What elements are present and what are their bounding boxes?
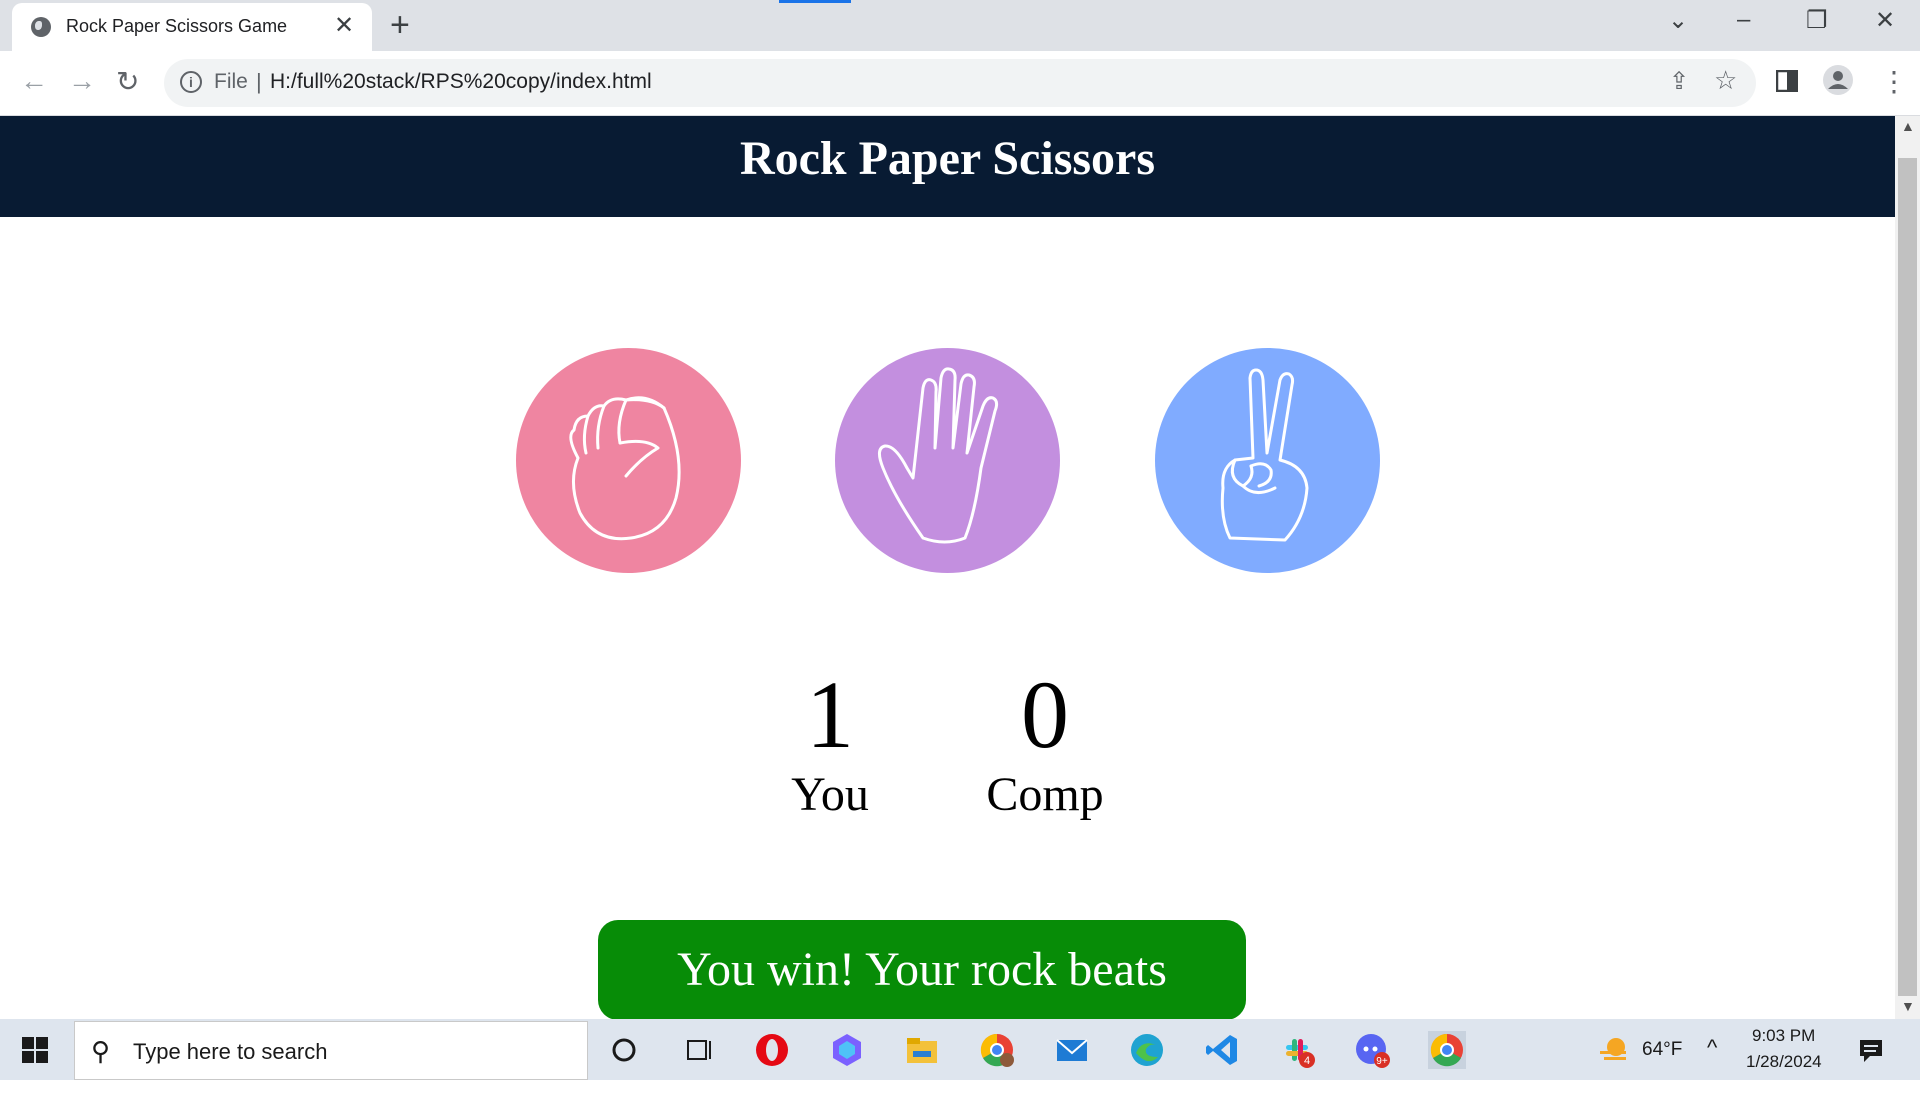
edge-icon[interactable] — [1128, 1031, 1166, 1069]
rock-choice[interactable] — [516, 348, 741, 573]
close-window-button[interactable]: ✕ — [1875, 6, 1895, 35]
slack-badge: 4 — [1304, 1055, 1310, 1067]
separator: | — [256, 69, 262, 94]
open-hand-icon — [878, 367, 999, 544]
vscode-icon[interactable] — [1203, 1031, 1241, 1069]
bookmark-star-icon[interactable]: ☆ — [1714, 65, 1737, 96]
side-panel-icon[interactable] — [1775, 67, 1799, 99]
page-scrollbar[interactable]: ▲ ▼ — [1895, 116, 1920, 1019]
windows-start-icon[interactable] — [22, 1037, 48, 1063]
comp-score-block: 0 Comp — [970, 665, 1120, 825]
info-icon[interactable]: i — [180, 71, 202, 93]
notification-center-icon[interactable] — [1852, 1031, 1890, 1069]
discord-icon[interactable]: 9+ — [1353, 1031, 1391, 1069]
tab-loading-indicator — [779, 0, 851, 3]
page-title: Rock Paper Scissors — [739, 132, 1156, 185]
peace-hand-icon — [1220, 368, 1309, 542]
page-header: Rock Paper Scissors — [0, 116, 1895, 217]
taskbar-search-box[interactable]: ⚲ Type here to search — [74, 1021, 588, 1080]
user-score-label: You — [791, 768, 869, 821]
file-explorer-icon[interactable] — [903, 1031, 941, 1069]
comp-score: 0 — [1021, 661, 1069, 768]
clock-time[interactable]: 9:03 PM — [1752, 1026, 1815, 1046]
tab-search-icon[interactable]: ⌄ — [1668, 6, 1688, 35]
close-tab-icon[interactable]: ✕ — [334, 11, 354, 40]
scrollbar-thumb[interactable] — [1898, 158, 1917, 996]
file-label: File — [214, 70, 248, 93]
scissors-choice[interactable] — [1155, 348, 1380, 573]
menu-kebab-icon[interactable]: ⋮ — [1880, 65, 1908, 98]
chrome-icon[interactable] — [1428, 1031, 1466, 1069]
mail-icon[interactable] — [1053, 1031, 1091, 1069]
forward-arrow-icon[interactable]: → — [68, 65, 96, 97]
restore-button[interactable]: ❐ — [1806, 6, 1828, 35]
reload-icon[interactable]: ↻ — [116, 65, 139, 98]
tab-title: Rock Paper Scissors Game — [66, 16, 288, 36]
copilot-icon[interactable] — [828, 1031, 866, 1069]
windows-taskbar: ⚲ Type here to search 4 9+ 64°F ^ 9:03 P… — [0, 1019, 1920, 1080]
address-bar[interactable]: i File | H:/full%20stack/RPS%20copy/inde… — [164, 59, 1756, 107]
weather-icon[interactable] — [1594, 1031, 1632, 1069]
url-text[interactable]: H:/full%20stack/RPS%20copy/index.html — [270, 70, 652, 94]
paper-choice[interactable] — [835, 348, 1060, 573]
scroll-down-arrow-icon[interactable]: ▼ — [1901, 998, 1915, 1014]
user-score-block: 1 You — [770, 665, 890, 825]
minimize-button[interactable]: – — [1737, 6, 1750, 34]
scroll-up-arrow-icon[interactable]: ▲ — [1901, 118, 1915, 134]
browser-tab[interactable]: Rock Paper Scissors Game ✕ — [12, 3, 372, 51]
discord-badge: 9+ — [1376, 1056, 1388, 1067]
tray-chevron-up-icon[interactable]: ^ — [1707, 1035, 1717, 1061]
chrome-profile-icon[interactable] — [978, 1031, 1016, 1069]
share-icon[interactable]: ⇪ — [1669, 67, 1689, 96]
fist-icon — [569, 396, 681, 541]
profile-avatar-icon[interactable] — [1822, 64, 1854, 103]
globe-icon — [31, 17, 51, 37]
user-score: 1 — [806, 661, 854, 768]
new-tab-button[interactable]: + — [390, 6, 410, 45]
slack-icon[interactable]: 4 — [1278, 1031, 1316, 1069]
browser-toolbar: ← → ↻ i File | H:/full%20stack/RPS%20cop… — [0, 51, 1920, 116]
search-icon: ⚲ — [91, 1036, 111, 1066]
clock-date[interactable]: 1/28/2024 — [1746, 1052, 1822, 1072]
comp-score-label: Comp — [986, 768, 1104, 821]
result-message: You win! Your rock beats scissors — [598, 920, 1246, 1096]
opera-icon[interactable] — [753, 1031, 791, 1069]
cortana-icon[interactable] — [605, 1031, 643, 1069]
back-arrow-icon[interactable]: ← — [20, 65, 48, 97]
browser-tabstrip: Rock Paper Scissors Game ✕ + ⌄ – ❐ ✕ — [0, 0, 1920, 51]
task-view-icon[interactable] — [680, 1031, 718, 1069]
search-placeholder: Type here to search — [133, 1039, 328, 1064]
temperature: 64°F — [1642, 1039, 1683, 1060]
